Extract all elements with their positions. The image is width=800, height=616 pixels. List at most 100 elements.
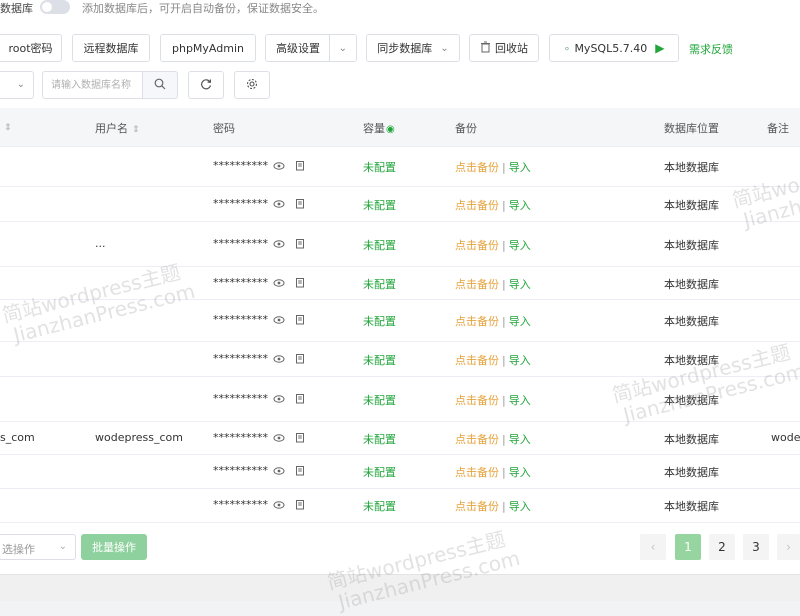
- auto-backup-toggle[interactable]: [40, 0, 70, 14]
- feedback-link[interactable]: 需求反馈: [689, 41, 733, 57]
- eye-icon[interactable]: [273, 278, 285, 291]
- gear-icon: [246, 78, 258, 93]
- eye-icon[interactable]: [273, 394, 285, 407]
- database-password: **********: [213, 498, 268, 511]
- recycle-bin-button[interactable]: 回收站: [469, 34, 539, 62]
- column-header-name[interactable]: ⇕: [0, 120, 12, 133]
- copy-icon[interactable]: [295, 465, 305, 479]
- advanced-settings-dropdown[interactable]: 高级设置 ⌄: [265, 34, 357, 62]
- eye-icon[interactable]: [273, 315, 285, 328]
- remote-database-button[interactable]: 远程数据库: [72, 34, 150, 62]
- advanced-settings-label: 高级设置: [276, 42, 320, 55]
- capacity-status[interactable]: 未配置: [363, 276, 396, 292]
- capacity-status[interactable]: 未配置: [363, 464, 396, 480]
- category-select[interactable]: ⌄: [0, 71, 34, 99]
- import-link[interactable]: 导入: [509, 315, 531, 328]
- capacity-status[interactable]: 未配置: [363, 159, 396, 175]
- backup-cell: 点击备份 | 导入: [455, 159, 531, 175]
- copy-icon[interactable]: [295, 198, 305, 212]
- import-link[interactable]: 导入: [509, 239, 531, 252]
- database-password: **********: [213, 313, 268, 326]
- backup-link[interactable]: 点击备份: [455, 394, 499, 407]
- mysql-version-button[interactable]: ∘ MySQL5.7.40 ▶: [549, 34, 679, 62]
- import-link[interactable]: 导入: [509, 161, 531, 174]
- capacity-status[interactable]: 未配置: [363, 392, 396, 408]
- table-row: ********** 未配置 点击备份 | 导入 本地数据库: [0, 488, 800, 523]
- copy-icon[interactable]: [295, 277, 305, 291]
- sync-database-label: 同步数据库: [377, 42, 433, 55]
- import-link[interactable]: 导入: [509, 433, 531, 446]
- backup-link[interactable]: 点击备份: [455, 161, 499, 174]
- batch-operation-button[interactable]: 批量操作: [81, 534, 147, 560]
- capacity-status[interactable]: 未配置: [363, 313, 396, 329]
- prev-page-button[interactable]: ‹: [640, 534, 666, 560]
- import-link[interactable]: 导入: [509, 354, 531, 367]
- eye-icon[interactable]: [273, 199, 285, 212]
- page-button-1[interactable]: 1: [675, 534, 701, 560]
- capacity-status[interactable]: 未配置: [363, 352, 396, 368]
- backup-link[interactable]: 点击备份: [455, 354, 499, 367]
- search-button[interactable]: [142, 71, 178, 99]
- capacity-status[interactable]: 未配置: [363, 237, 396, 253]
- backup-link[interactable]: 点击备份: [455, 199, 499, 212]
- trash-icon: [480, 41, 491, 56]
- page-button-3[interactable]: 3: [743, 534, 769, 560]
- divider: |: [502, 278, 506, 291]
- column-header-capacity: 容量◉: [363, 120, 395, 136]
- phpmyadmin-button[interactable]: phpMyAdmin: [160, 34, 256, 62]
- column-header-remark: 备注: [767, 122, 789, 135]
- notice-text: 添加数据库后，可开启自动备份，保证数据安全。: [82, 2, 324, 15]
- root-password-button[interactable]: root密码: [0, 34, 62, 62]
- eye-icon[interactable]: [273, 239, 285, 252]
- copy-icon[interactable]: [295, 499, 305, 513]
- recycle-bin-label: 回收站: [495, 42, 528, 55]
- settings-button[interactable]: [234, 71, 270, 99]
- copy-icon[interactable]: [295, 353, 305, 367]
- sync-database-dropdown[interactable]: 同步数据库 ⌄: [366, 34, 460, 62]
- eye-icon[interactable]: [273, 161, 285, 174]
- backup-link[interactable]: 点击备份: [455, 239, 499, 252]
- refresh-button[interactable]: [188, 71, 224, 99]
- import-link[interactable]: 导入: [509, 466, 531, 479]
- database-location: 本地数据库: [664, 161, 719, 174]
- divider: |: [502, 500, 506, 513]
- table-row: ********** 未配置 点击备份 | 导入 本地数据库: [0, 146, 800, 187]
- copy-icon[interactable]: [295, 160, 305, 174]
- page-button-2[interactable]: 2: [709, 534, 735, 560]
- eye-icon[interactable]: [273, 354, 285, 367]
- copy-icon[interactable]: [295, 393, 305, 407]
- capacity-status[interactable]: 未配置: [363, 197, 396, 213]
- chevron-down-icon: ⌄: [16, 79, 25, 90]
- database-search-input[interactable]: [42, 71, 142, 99]
- copy-icon[interactable]: [295, 314, 305, 328]
- batch-action-select[interactable]: 选操作 ⌄: [0, 534, 76, 560]
- import-link[interactable]: 导入: [509, 500, 531, 513]
- backup-link[interactable]: 点击备份: [455, 466, 499, 479]
- eye-icon[interactable]: [273, 466, 285, 479]
- capacity-status[interactable]: 未配置: [363, 498, 396, 514]
- import-link[interactable]: 导入: [509, 278, 531, 291]
- chevron-down-icon: ⌄: [440, 42, 449, 54]
- backup-link[interactable]: 点击备份: [455, 315, 499, 328]
- backup-link[interactable]: 点击备份: [455, 500, 499, 513]
- username-header-label: 用户名: [95, 122, 128, 135]
- backup-link[interactable]: 点击备份: [455, 278, 499, 291]
- database-remark[interactable]: wode: [771, 431, 800, 444]
- copy-icon[interactable]: [295, 432, 305, 446]
- copy-icon[interactable]: [295, 238, 305, 252]
- eye-icon[interactable]: ◉: [386, 124, 395, 135]
- next-page-button[interactable]: ›: [777, 534, 800, 560]
- eye-icon[interactable]: [273, 500, 285, 513]
- database-password: **********: [213, 159, 268, 172]
- import-link[interactable]: 导入: [509, 394, 531, 407]
- column-header-username[interactable]: 用户名 ⇕: [95, 120, 140, 136]
- root-password-label: root密码: [8, 42, 53, 55]
- import-link[interactable]: 导入: [509, 199, 531, 212]
- backup-link[interactable]: 点击备份: [455, 433, 499, 446]
- table-row: ********** 未配置 点击备份 | 导入 本地数据库: [0, 186, 800, 222]
- eye-icon[interactable]: [273, 433, 285, 446]
- capacity-status[interactable]: 未配置: [363, 431, 396, 447]
- database-location: 本地数据库: [664, 315, 719, 328]
- database-location: 本地数据库: [664, 239, 719, 252]
- column-header-location: 数据库位置: [664, 122, 719, 135]
